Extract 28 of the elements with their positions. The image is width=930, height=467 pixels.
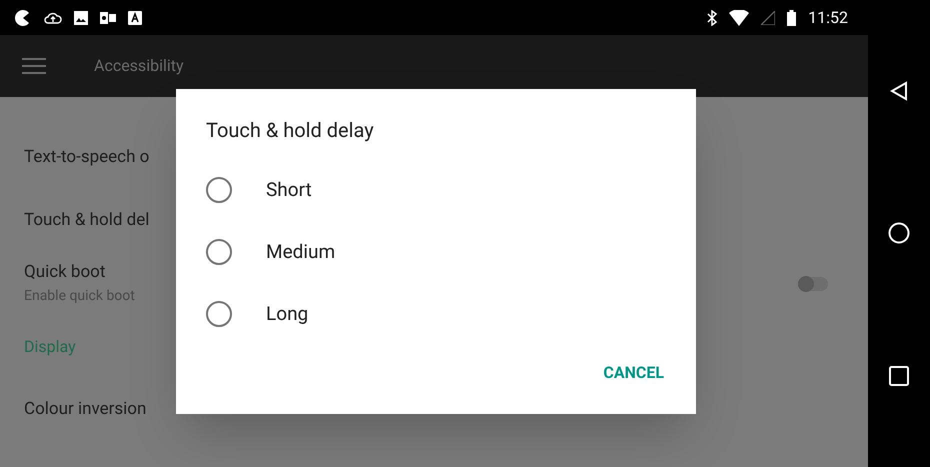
letter-box-icon	[128, 10, 142, 24]
section-header: Display	[24, 336, 76, 358]
option-label[interactable]: Medium	[266, 238, 336, 266]
app-bar-title: Accessibility	[94, 55, 184, 77]
back-icon[interactable]	[890, 80, 908, 101]
option-label[interactable]: Short	[266, 176, 312, 204]
toggle-switch[interactable]	[798, 276, 828, 290]
setting-title[interactable]: Colour inversion	[24, 396, 174, 422]
setting-title[interactable]: Text-to-speech o	[24, 144, 174, 170]
cancel-button[interactable]: CANCEL	[601, 357, 666, 389]
image-icon	[74, 10, 88, 24]
setting-title[interactable]: Touch & hold del	[24, 208, 174, 234]
home-icon[interactable]	[888, 222, 910, 244]
signal-icon	[761, 10, 776, 24]
bluetooth-icon	[707, 10, 718, 26]
menu-icon[interactable]	[22, 58, 46, 74]
pacman-icon	[14, 8, 32, 26]
radio-button[interactable]	[206, 301, 232, 327]
radio-button[interactable]	[206, 239, 232, 265]
wifi-icon	[729, 10, 750, 26]
radio-button[interactable]	[206, 177, 232, 203]
option-label[interactable]: Long	[266, 300, 308, 328]
cloud-upload-icon	[44, 10, 62, 24]
dialog-title: Touch & hold delay	[206, 117, 375, 144]
battery-icon	[787, 10, 796, 26]
setting-title[interactable]: Quick boot	[24, 260, 174, 286]
status-time: 11:52	[808, 6, 848, 28]
recents-icon[interactable]	[889, 366, 909, 386]
